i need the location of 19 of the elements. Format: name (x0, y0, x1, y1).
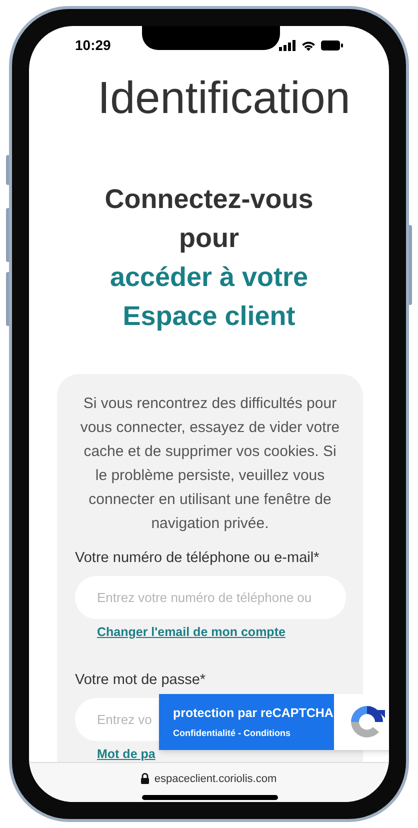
battery-icon (321, 40, 343, 50)
text-field[interactable]: Entrez votre numéro de téléphone ou (75, 576, 346, 619)
recaptcha-links[interactable]: Confidentialité - Conditions (173, 726, 334, 740)
heading-text: pour (179, 222, 239, 255)
heading-text: Connectez-vous (104, 183, 314, 216)
link[interactable]: Mot de pa (97, 744, 156, 764)
heading-accent-text: Espace client (122, 300, 296, 333)
recaptcha-title: protection par reCAPTCHA (173, 704, 334, 722)
page-title: Identification (98, 71, 350, 125)
field-label: Votre numéro de téléphone ou e-mail* (75, 549, 320, 568)
signal-icon (279, 40, 296, 50)
status-time: 10:29 (75, 36, 111, 54)
help-notice: Si vous rencontrez des difficultés pour vous connecter, essayez de vider votre cache et de supprimer vos cookies. Si le problème persiste, veuillez vous connecter en utilisant une fenêtre de navigation privée. (79, 394, 341, 534)
link[interactable]: Changer l'email de mon compte (97, 622, 286, 642)
wifi-icon (301, 40, 316, 50)
url-text[interactable]: espaceclient.coriolis.com (154, 771, 277, 788)
heading-accent-text: accéder à votre (110, 261, 308, 294)
lock-icon (141, 773, 150, 784)
field-label: Votre mot de passe* (75, 670, 207, 690)
